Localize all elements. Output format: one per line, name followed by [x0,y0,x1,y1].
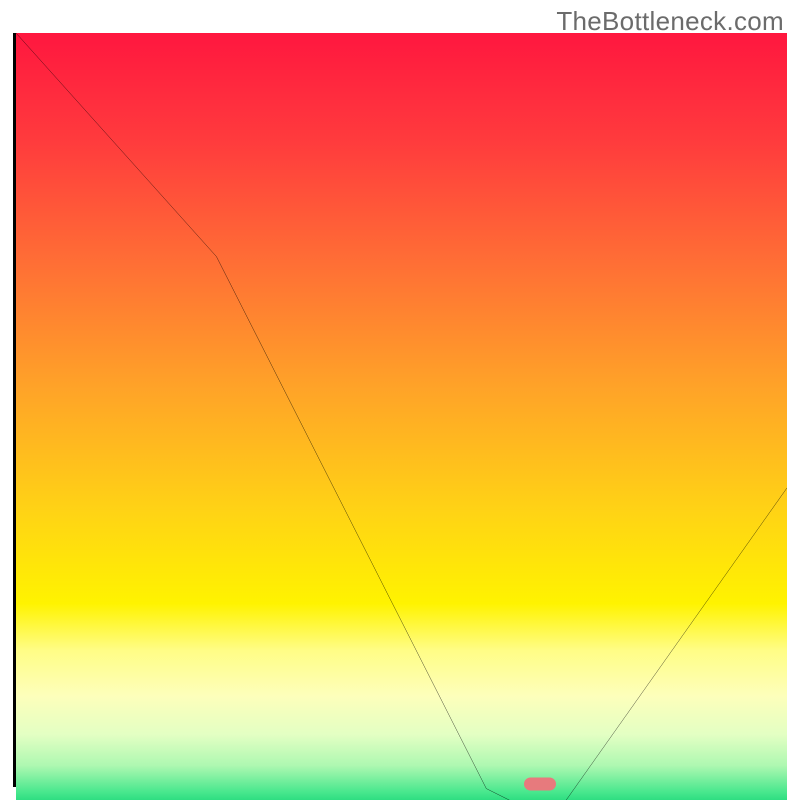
plot-area [13,33,787,787]
chart-container: TheBottleneck.com [0,0,800,800]
highlight-marker [524,778,556,791]
curve-line [16,33,787,800]
